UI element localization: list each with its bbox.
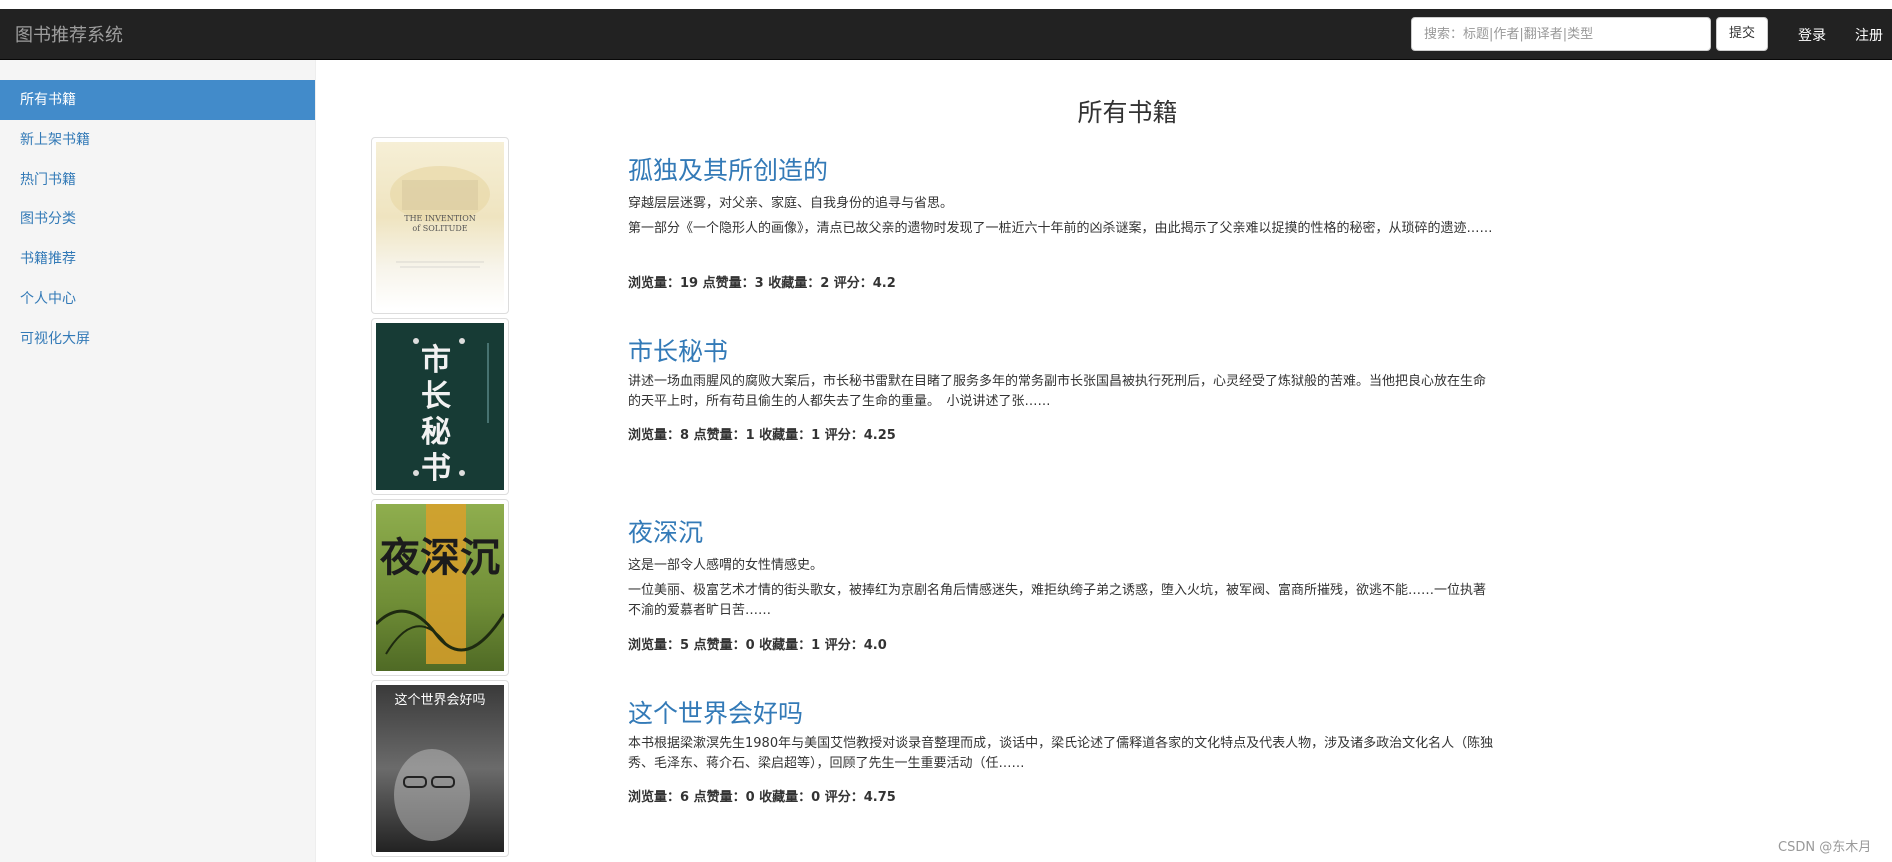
brand-logo[interactable]: 图书推荐系统 bbox=[15, 21, 123, 47]
book-title-link[interactable]: 市长秘书 bbox=[628, 332, 728, 368]
book-description: 本书根据梁漱溟先生1980年与美国艾恺教授对谈录音整理而成，谈话中，梁氏论述了儒… bbox=[628, 736, 1494, 771]
book-cover-image: 这个世界会好吗 bbox=[376, 685, 504, 852]
sidebar-item-personal[interactable]: 个人中心 bbox=[0, 279, 315, 319]
sidebar-item-all-books[interactable]: 所有书籍 bbox=[0, 80, 315, 120]
book-cover-thumbnail[interactable]: THE INVENTION of SOLITUDE bbox=[371, 137, 509, 314]
book-cover-image: THE INVENTION of SOLITUDE bbox=[376, 142, 504, 309]
book-cover-text: 夜深沉 bbox=[380, 534, 500, 581]
search-input[interactable] bbox=[1411, 17, 1711, 51]
book-description: 第一部分《一个隐形人的画像》，清点已故父亲的遗物时发现了一桩近六十年前的凶杀谜案… bbox=[628, 221, 1493, 236]
sidebar-item-hot-books[interactable]: 热门书籍 bbox=[0, 160, 315, 200]
book-cover-thumbnail[interactable]: 夜深沉 bbox=[371, 499, 509, 676]
register-link[interactable]: 注册 bbox=[1855, 25, 1883, 45]
submit-button[interactable]: 提交 bbox=[1716, 17, 1768, 51]
book-description: 一位美丽、极富艺术才情的街头歌女，被捧红为京剧名角后情感迷失，难拒纨绔子弟之诱惑… bbox=[628, 583, 1487, 618]
book-cover-text: THE INVENTION of SOLITUDE bbox=[404, 214, 476, 233]
book-cover-image: 市长秘书 bbox=[376, 323, 504, 490]
book-cover-thumbnail[interactable]: 市长秘书 bbox=[371, 318, 509, 495]
book-title-link[interactable]: 孤独及其所创造的 bbox=[628, 151, 828, 187]
page-title: 所有书籍 bbox=[1077, 98, 1178, 127]
book-title-link[interactable]: 夜深沉 bbox=[628, 513, 703, 549]
csdn-watermark: CSDN @东木月 bbox=[1778, 840, 1872, 855]
book-cover-thumbnail[interactable]: 这个世界会好吗 bbox=[371, 680, 509, 857]
cover-portrait bbox=[394, 749, 470, 841]
top-strip bbox=[0, 0, 1892, 9]
book-subtitle: 穿越层层迷雾，对父亲、家庭、自我身份的追寻与省思。 bbox=[628, 196, 954, 211]
sidebar-item-recommend[interactable]: 书籍推荐 bbox=[0, 239, 315, 279]
book-title-link[interactable]: 这个世界会好吗 bbox=[628, 694, 803, 730]
book-stats: 浏览量：5 点赞量：0 收藏量：1 评分：4.0 bbox=[628, 638, 887, 653]
cover-illustration bbox=[376, 504, 504, 664]
sidebar-item-dashboard[interactable]: 可视化大屏 bbox=[0, 319, 315, 359]
book-stats: 浏览量：6 点赞量：0 收藏量：0 评分：4.75 bbox=[628, 790, 896, 805]
sidebar-item-categories[interactable]: 图书分类 bbox=[0, 199, 315, 239]
sidebar-item-new-books[interactable]: 新上架书籍 bbox=[0, 120, 315, 160]
book-cover-image: 夜深沉 bbox=[376, 504, 504, 671]
navbar: 图书推荐系统 提交 登录 注册 bbox=[0, 9, 1892, 60]
login-link[interactable]: 登录 bbox=[1798, 25, 1826, 45]
book-subtitle: 这是一部令人感喟的女性情感史。 bbox=[628, 558, 824, 573]
book-description: 讲述一场血雨腥风的腐败大案后，市长秘书雷默在目睹了服务多年的常务副市长张国昌被执… bbox=[628, 374, 1487, 409]
book-stats: 浏览量：19 点赞量：3 收藏量：2 评分：4.2 bbox=[628, 276, 896, 291]
book-stats: 浏览量：8 点赞量：1 收藏量：1 评分：4.25 bbox=[628, 428, 896, 443]
sidebar: 所有书籍 新上架书籍 热门书籍 图书分类 书籍推荐 个人中心 可视化大屏 bbox=[0, 60, 316, 862]
cover-decoration bbox=[413, 338, 489, 476]
